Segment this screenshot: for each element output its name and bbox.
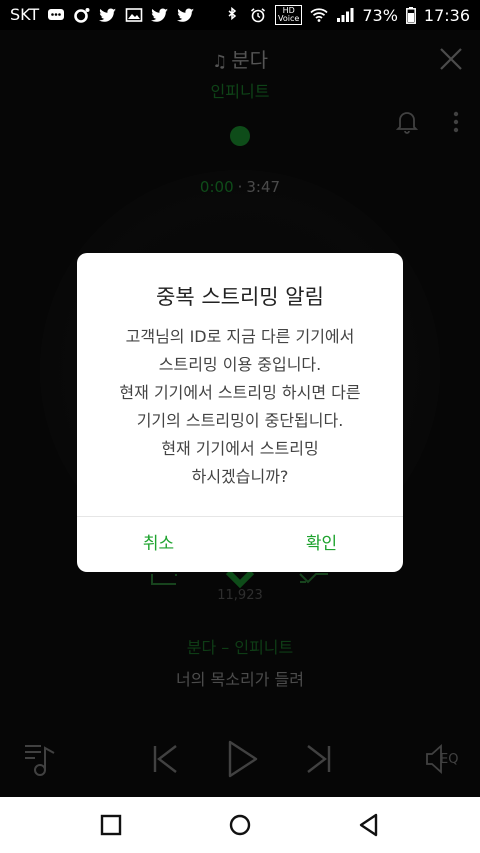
dialog-message-line: 스트리밍 이용 중입니다. <box>158 355 322 374</box>
alarm-icon <box>251 8 266 23</box>
dialog-message-line: 하시겠습니까? <box>191 467 289 486</box>
hd-voice-badge: HD Voice <box>275 5 303 25</box>
dialog-divider <box>77 516 403 517</box>
cancel-button[interactable]: 취소 <box>77 529 240 554</box>
dialog-title: 중복 스트리밍 알림 <box>156 285 324 309</box>
chat-icon <box>48 8 65 20</box>
dialog-message: 고객님의 ID로 지금 다른 기기에서 스트리밍 이용 중입니다. 현재 기기에… <box>77 323 403 491</box>
dialog-message-line: 현재 기기에서 스트리밍 하시면 다른 <box>119 383 361 402</box>
recents-icon[interactable] <box>97 811 125 839</box>
back-icon[interactable] <box>355 811 383 839</box>
dialog-message-line: 기기의 스트리밍이 중단됩니다. <box>136 411 344 430</box>
dialog-message-line: 현재 기기에서 스트리밍 <box>161 439 319 458</box>
battery-icon <box>405 6 416 24</box>
battery-percent: 73% <box>362 5 398 25</box>
signal-icon <box>337 8 354 22</box>
clock: 17:36 <box>423 5 470 25</box>
twitter-icon <box>177 8 195 22</box>
duplicate-streaming-dialog: 중복 스트리밍 알림 고객님의 ID로 지금 다른 기기에서 스트리밍 이용 중… <box>77 253 403 572</box>
home-icon[interactable] <box>226 811 254 839</box>
wifi-icon <box>310 8 328 22</box>
confirm-button[interactable]: 확인 <box>240 529 403 554</box>
twitter-icon <box>99 8 117 22</box>
status-bar: SKT HD Voice 73% 17:36 <box>0 0 480 30</box>
bluetooth-icon <box>228 7 237 21</box>
twitter-icon <box>151 8 169 22</box>
image-icon <box>125 7 143 22</box>
carrier-label: SKT <box>10 5 40 24</box>
voice-label: Voice <box>278 14 300 23</box>
dialog-message-line: 고객님의 ID로 지금 다른 기기에서 <box>125 327 355 346</box>
app-icon <box>74 7 90 23</box>
navigation-bar <box>0 797 480 853</box>
